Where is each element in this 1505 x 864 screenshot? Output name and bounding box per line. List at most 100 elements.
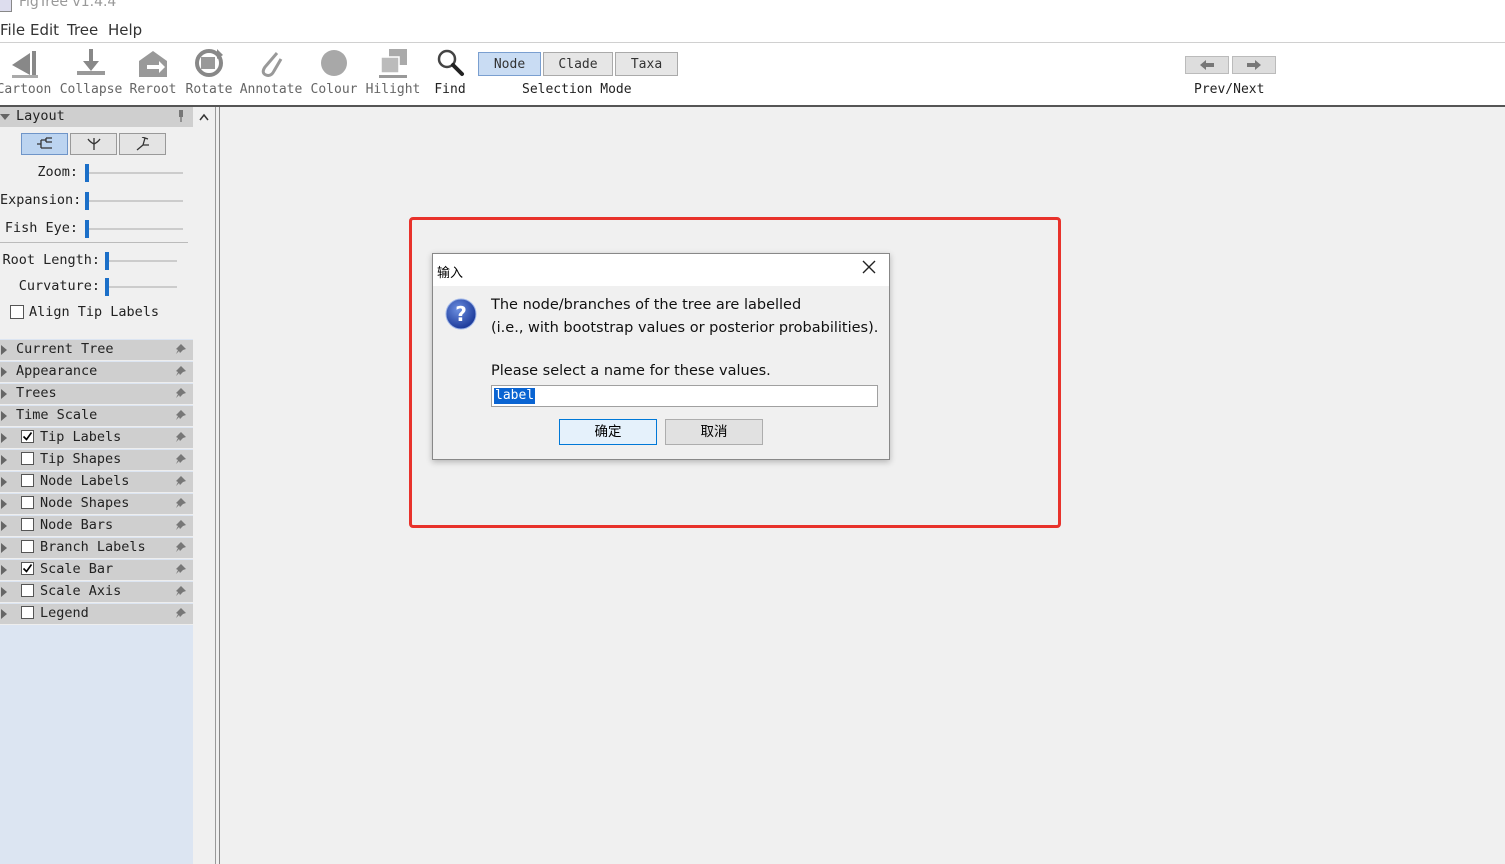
- align-tip-labels-checkbox[interactable]: [10, 305, 24, 319]
- panel-header-scale-bar[interactable]: Scale Bar: [0, 560, 193, 581]
- panel-header-current-tree[interactable]: Current Tree: [0, 340, 193, 361]
- zoom-slider-thumb[interactable]: [85, 164, 89, 182]
- panel-header-scale-axis[interactable]: Scale Axis: [0, 582, 193, 603]
- pin-icon[interactable]: [175, 541, 187, 553]
- panel-enable-checkbox[interactable]: [21, 584, 34, 597]
- collapse-tool-button[interactable]: Collapse: [58, 43, 124, 103]
- fisheye-slider-thumb[interactable]: [85, 220, 89, 238]
- selection-mode-node[interactable]: Node: [478, 52, 541, 76]
- panel-label: Branch Labels: [40, 539, 146, 555]
- panel-header-tip-shapes[interactable]: Tip Shapes: [0, 450, 193, 471]
- panel-header-time-scale[interactable]: Time Scale: [0, 406, 193, 427]
- dialog-message-line2: (i.e., with bootstrap values or posterio…: [491, 320, 879, 336]
- pin-icon[interactable]: [175, 475, 187, 487]
- question-icon: ?: [445, 298, 477, 330]
- panel-header-node-labels[interactable]: Node Labels: [0, 472, 193, 493]
- name-input[interactable]: label: [491, 385, 878, 407]
- collapsed-triangle-icon: [1, 367, 7, 377]
- fisheye-label: Fish Eye:: [4, 220, 78, 236]
- panel-enable-checkbox[interactable]: [21, 496, 34, 509]
- collapsed-triangle-icon: [1, 543, 7, 553]
- window-title: FigTree v1.4.4: [19, 0, 117, 10]
- selection-mode-clade[interactable]: Clade: [543, 52, 613, 76]
- paperclip-icon: [261, 52, 283, 77]
- annotate-tool-button[interactable]: Annotate: [238, 43, 304, 103]
- pin-icon[interactable]: [175, 409, 187, 421]
- panel-label: Tip Shapes: [40, 451, 122, 467]
- polar-layout-button[interactable]: [70, 133, 117, 155]
- pin-icon[interactable]: [175, 343, 187, 355]
- curvature-slider-thumb[interactable]: [105, 278, 109, 296]
- menu-edit[interactable]: Edit: [30, 21, 59, 39]
- collapsed-triangle-icon: [1, 389, 7, 399]
- fisheye-slider-track[interactable]: [85, 228, 183, 230]
- collapsed-triangle-icon: [1, 499, 7, 509]
- panel-header-trees[interactable]: Trees: [0, 384, 193, 405]
- next-button[interactable]: [1232, 56, 1276, 74]
- rotate-tool-button[interactable]: Rotate: [182, 43, 236, 103]
- collapse-icon: [77, 49, 105, 75]
- radial-tree-icon: [136, 137, 149, 151]
- selection-mode-taxa[interactable]: Taxa: [615, 52, 678, 76]
- hilight-tool-button[interactable]: Hilight: [364, 43, 422, 103]
- pin-icon[interactable]: [175, 585, 187, 597]
- pin-icon[interactable]: [175, 431, 187, 443]
- find-tool-button[interactable]: Find: [428, 43, 472, 103]
- dialog-message-line1: The node/branches of the tree are labell…: [491, 297, 802, 313]
- close-icon[interactable]: [861, 259, 877, 275]
- chevron-up-icon[interactable]: [199, 113, 209, 121]
- pin-icon[interactable]: [175, 453, 187, 465]
- panel-header-node-shapes[interactable]: Node Shapes: [0, 494, 193, 515]
- panel-enable-checkbox[interactable]: [21, 474, 34, 487]
- panel-enable-checkbox[interactable]: [21, 452, 34, 465]
- panel-header-legend[interactable]: Legend: [0, 604, 193, 625]
- menu-file[interactable]: File: [0, 21, 25, 39]
- panel-enable-checkbox[interactable]: [21, 606, 34, 619]
- panel-header-node-bars[interactable]: Node Bars: [0, 516, 193, 537]
- panel-header-tip-labels[interactable]: Tip Labels: [0, 428, 193, 449]
- prev-button[interactable]: [1185, 56, 1229, 74]
- panel-enable-checkbox[interactable]: [21, 540, 34, 553]
- hilight-icon: [379, 49, 407, 78]
- pin-icon[interactable]: [175, 497, 187, 509]
- sidebar-scrollbar[interactable]: [193, 107, 216, 864]
- colour-tool-button[interactable]: Colour: [308, 43, 360, 103]
- panel-enable-checkbox[interactable]: [21, 430, 34, 443]
- cancel-button[interactable]: 取消: [665, 419, 763, 445]
- root-length-slider-thumb[interactable]: [105, 252, 109, 270]
- expansion-slider-thumb[interactable]: [85, 192, 89, 210]
- panel-header-branch-labels[interactable]: Branch Labels: [0, 538, 193, 559]
- menu-bar: File Edit Tree Help: [0, 19, 1505, 43]
- menu-tree[interactable]: Tree: [67, 21, 98, 39]
- root-length-slider-track[interactable]: [105, 260, 177, 262]
- pin-icon[interactable]: [175, 365, 187, 377]
- panel-label: Tip Labels: [40, 429, 122, 445]
- pin-icon[interactable]: [175, 607, 187, 619]
- panel-layout-header[interactable]: Layout: [0, 107, 193, 128]
- collapsed-triangle-icon: [1, 587, 7, 597]
- radial-layout-button[interactable]: [119, 133, 166, 155]
- reroot-tool-button[interactable]: Reroot: [126, 43, 180, 103]
- selection-mode-label: Selection Mode: [522, 82, 632, 97]
- panel-enable-checkbox[interactable]: [21, 518, 34, 531]
- panel-label: Current Tree: [16, 341, 114, 357]
- cartoon-tool-button[interactable]: Cartoon: [0, 43, 52, 103]
- layout-panel: Zoom: Expansion: Fish Eye: Root Length: …: [0, 127, 193, 339]
- pin-icon[interactable]: [175, 387, 187, 399]
- panel-enable-checkbox[interactable]: [21, 562, 34, 575]
- pin-icon[interactable]: [175, 110, 187, 122]
- expansion-slider-track[interactable]: [85, 200, 183, 202]
- ok-button[interactable]: 确定: [559, 419, 657, 445]
- pin-icon[interactable]: [175, 563, 187, 575]
- panel-label: Trees: [16, 385, 57, 401]
- curvature-slider-track[interactable]: [105, 286, 177, 288]
- menu-help[interactable]: Help: [108, 21, 142, 39]
- panel-label: Node Labels: [40, 473, 130, 489]
- zoom-slider-track[interactable]: [85, 172, 183, 174]
- panel-label: Appearance: [16, 363, 98, 379]
- collapsed-triangle-icon: [1, 411, 7, 421]
- pin-icon[interactable]: [175, 519, 187, 531]
- panel-header-appearance[interactable]: Appearance: [0, 362, 193, 383]
- rectangular-layout-button[interactable]: [21, 133, 68, 155]
- name-input-value: label: [494, 388, 536, 404]
